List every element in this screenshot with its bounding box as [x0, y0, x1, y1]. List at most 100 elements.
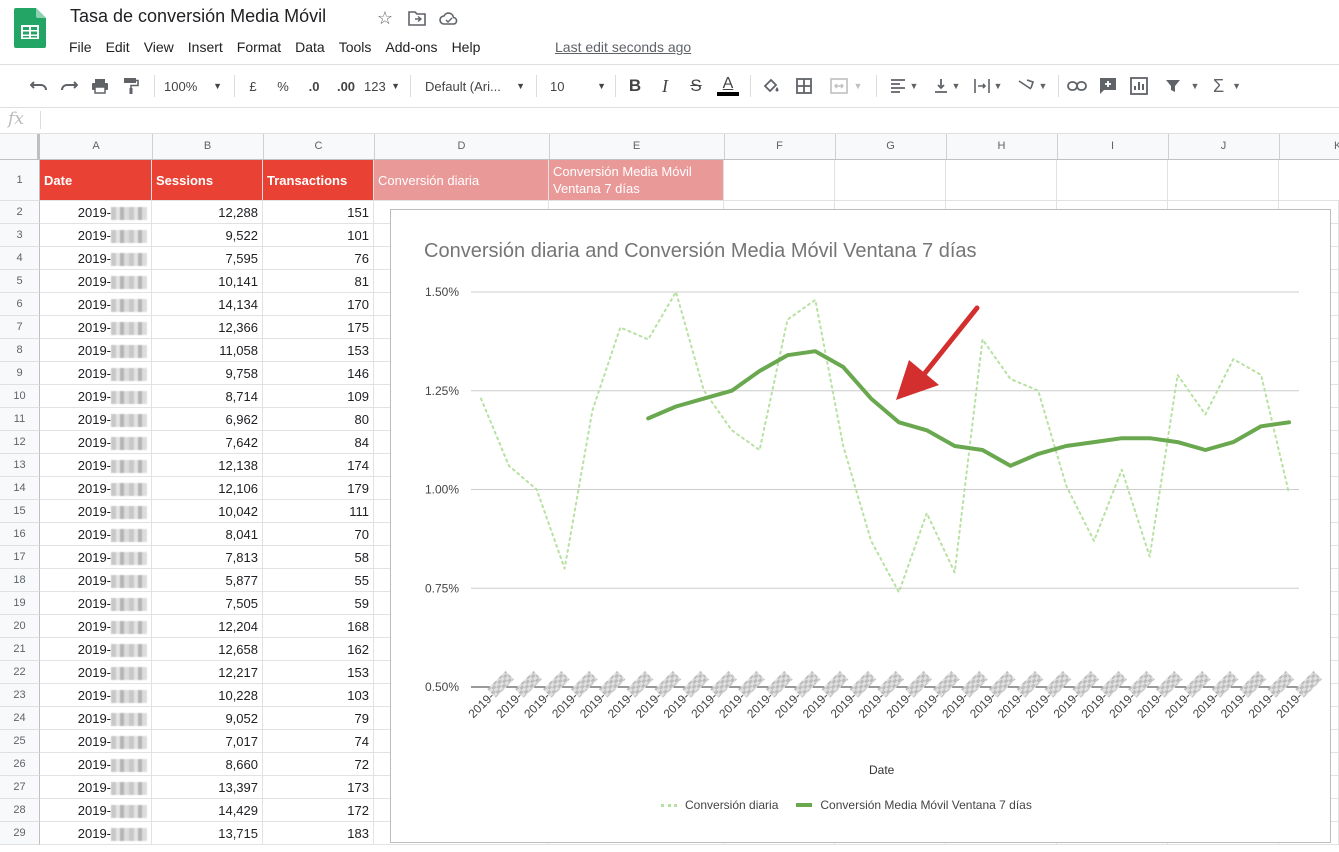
column-header-a[interactable]: A — [40, 134, 153, 159]
cell-sessions[interactable]: 9,052 — [152, 707, 263, 730]
menu-format[interactable]: Format — [230, 36, 288, 58]
merge-cells-icon[interactable]: ▼ — [826, 73, 866, 99]
cell-transactions[interactable]: 179 — [263, 477, 374, 500]
cell-transactions[interactable]: 168 — [263, 615, 374, 638]
cell-date[interactable]: 2019- — [40, 638, 152, 661]
cell-sessions[interactable]: 7,505 — [152, 592, 263, 615]
cell-sessions[interactable]: 7,642 — [152, 431, 263, 454]
column-header-b[interactable]: B — [152, 134, 264, 159]
zoom-select[interactable]: 100% ▼ — [164, 73, 222, 99]
cell-sessions[interactable]: 10,228 — [152, 684, 263, 707]
cell-date[interactable]: 2019- — [40, 477, 152, 500]
cell-transactions[interactable]: 103 — [263, 684, 374, 707]
cell-date[interactable]: 2019- — [40, 822, 152, 845]
text-color-button[interactable]: A — [716, 73, 740, 99]
row-header[interactable]: 5 — [0, 270, 40, 293]
cell[interactable] — [1279, 160, 1339, 201]
currency-format-button[interactable]: £ — [244, 73, 262, 99]
cell-transactions[interactable]: 72 — [263, 753, 374, 776]
insert-chart-icon[interactable] — [1128, 73, 1150, 99]
menu-file[interactable]: File — [62, 36, 99, 58]
cell[interactable] — [946, 160, 1057, 201]
cell-transactions[interactable]: 79 — [263, 707, 374, 730]
undo-icon[interactable] — [28, 73, 50, 99]
header-cell-date[interactable]: Date — [40, 160, 152, 201]
row-header[interactable]: 17 — [0, 546, 40, 569]
menu-tools[interactable]: Tools — [332, 36, 379, 58]
cell-date[interactable]: 2019- — [40, 592, 152, 615]
row-header[interactable]: 8 — [0, 339, 40, 362]
font-family-select[interactable]: Default (Ari... ▼ — [425, 73, 525, 99]
menu-addons[interactable]: Add-ons — [378, 36, 444, 58]
insert-comment-icon[interactable] — [1097, 73, 1119, 99]
row-header[interactable]: 26 — [0, 753, 40, 776]
star-icon[interactable]: ☆ — [374, 7, 396, 29]
cell[interactable] — [835, 160, 946, 201]
row-header[interactable]: 27 — [0, 776, 40, 799]
row-header[interactable]: 29 — [0, 822, 40, 845]
column-header-f[interactable]: F — [724, 134, 836, 159]
cell-transactions[interactable]: 81 — [263, 270, 374, 293]
cell[interactable] — [724, 160, 835, 201]
header-cell-moving-average[interactable]: Conversión Media Móvil Ventana 7 días — [549, 160, 724, 201]
cloud-status-icon[interactable] — [438, 7, 460, 29]
cell-date[interactable]: 2019- — [40, 500, 152, 523]
cell-date[interactable]: 2019- — [40, 753, 152, 776]
cell-date[interactable]: 2019- — [40, 615, 152, 638]
cell-date[interactable]: 2019- — [40, 247, 152, 270]
select-all-corner[interactable] — [0, 134, 40, 159]
cell-transactions[interactable]: 151 — [263, 201, 374, 224]
formula-input[interactable] — [48, 111, 1328, 129]
cell-date[interactable]: 2019- — [40, 270, 152, 293]
row-header[interactable]: 7 — [0, 316, 40, 339]
cell-sessions[interactable]: 12,106 — [152, 477, 263, 500]
increase-decimal-button[interactable]: .00 — [333, 73, 359, 99]
cell[interactable] — [1057, 160, 1168, 201]
row-header[interactable]: 10 — [0, 385, 40, 408]
cell-sessions[interactable]: 6,962 — [152, 408, 263, 431]
menu-data[interactable]: Data — [288, 36, 332, 58]
cell-date[interactable]: 2019- — [40, 730, 152, 753]
column-header-e[interactable]: E — [549, 134, 725, 159]
cell-date[interactable]: 2019- — [40, 523, 152, 546]
column-header-j[interactable]: J — [1168, 134, 1280, 159]
menu-view[interactable]: View — [137, 36, 181, 58]
font-size-select[interactable]: 10 ▼ — [550, 73, 606, 99]
cell-sessions[interactable]: 8,714 — [152, 385, 263, 408]
cell-transactions[interactable]: 153 — [263, 339, 374, 362]
cell[interactable] — [1168, 160, 1279, 201]
row-header[interactable]: 25 — [0, 730, 40, 753]
cell-sessions[interactable]: 5,877 — [152, 569, 263, 592]
cell-sessions[interactable]: 14,134 — [152, 293, 263, 316]
cell-transactions[interactable]: 101 — [263, 224, 374, 247]
cell-date[interactable]: 2019- — [40, 454, 152, 477]
cell-sessions[interactable]: 7,017 — [152, 730, 263, 753]
column-header-i[interactable]: I — [1057, 134, 1169, 159]
cell-sessions[interactable]: 11,058 — [152, 339, 263, 362]
sheets-logo-icon[interactable] — [14, 8, 46, 48]
text-wrap-icon[interactable]: ▼ — [970, 73, 1006, 99]
column-header-h[interactable]: H — [946, 134, 1058, 159]
row-header[interactable]: 12 — [0, 431, 40, 454]
vertical-align-icon[interactable]: ▼ — [930, 73, 964, 99]
cell-sessions[interactable]: 12,138 — [152, 454, 263, 477]
row-header[interactable]: 2 — [0, 201, 40, 224]
cell-sessions[interactable]: 12,658 — [152, 638, 263, 661]
row-header[interactable]: 18 — [0, 569, 40, 592]
cell-date[interactable]: 2019- — [40, 316, 152, 339]
cell-date[interactable]: 2019- — [40, 362, 152, 385]
decrease-decimal-button[interactable]: .0 — [303, 73, 325, 99]
more-formats-select[interactable]: 123 ▼ — [364, 73, 400, 99]
column-header-c[interactable]: C — [263, 134, 375, 159]
insert-link-icon[interactable] — [1066, 73, 1088, 99]
cell-sessions[interactable]: 12,366 — [152, 316, 263, 339]
cell-sessions[interactable]: 9,522 — [152, 224, 263, 247]
cell-transactions[interactable]: 80 — [263, 408, 374, 431]
cell-date[interactable]: 2019- — [40, 293, 152, 316]
cell-sessions[interactable]: 9,758 — [152, 362, 263, 385]
row-header[interactable]: 21 — [0, 638, 40, 661]
cell-transactions[interactable]: 174 — [263, 454, 374, 477]
embedded-chart[interactable]: Conversión diaria and Conversión Media M… — [390, 209, 1331, 843]
cell-sessions[interactable]: 8,660 — [152, 753, 263, 776]
cell-date[interactable]: 2019- — [40, 661, 152, 684]
